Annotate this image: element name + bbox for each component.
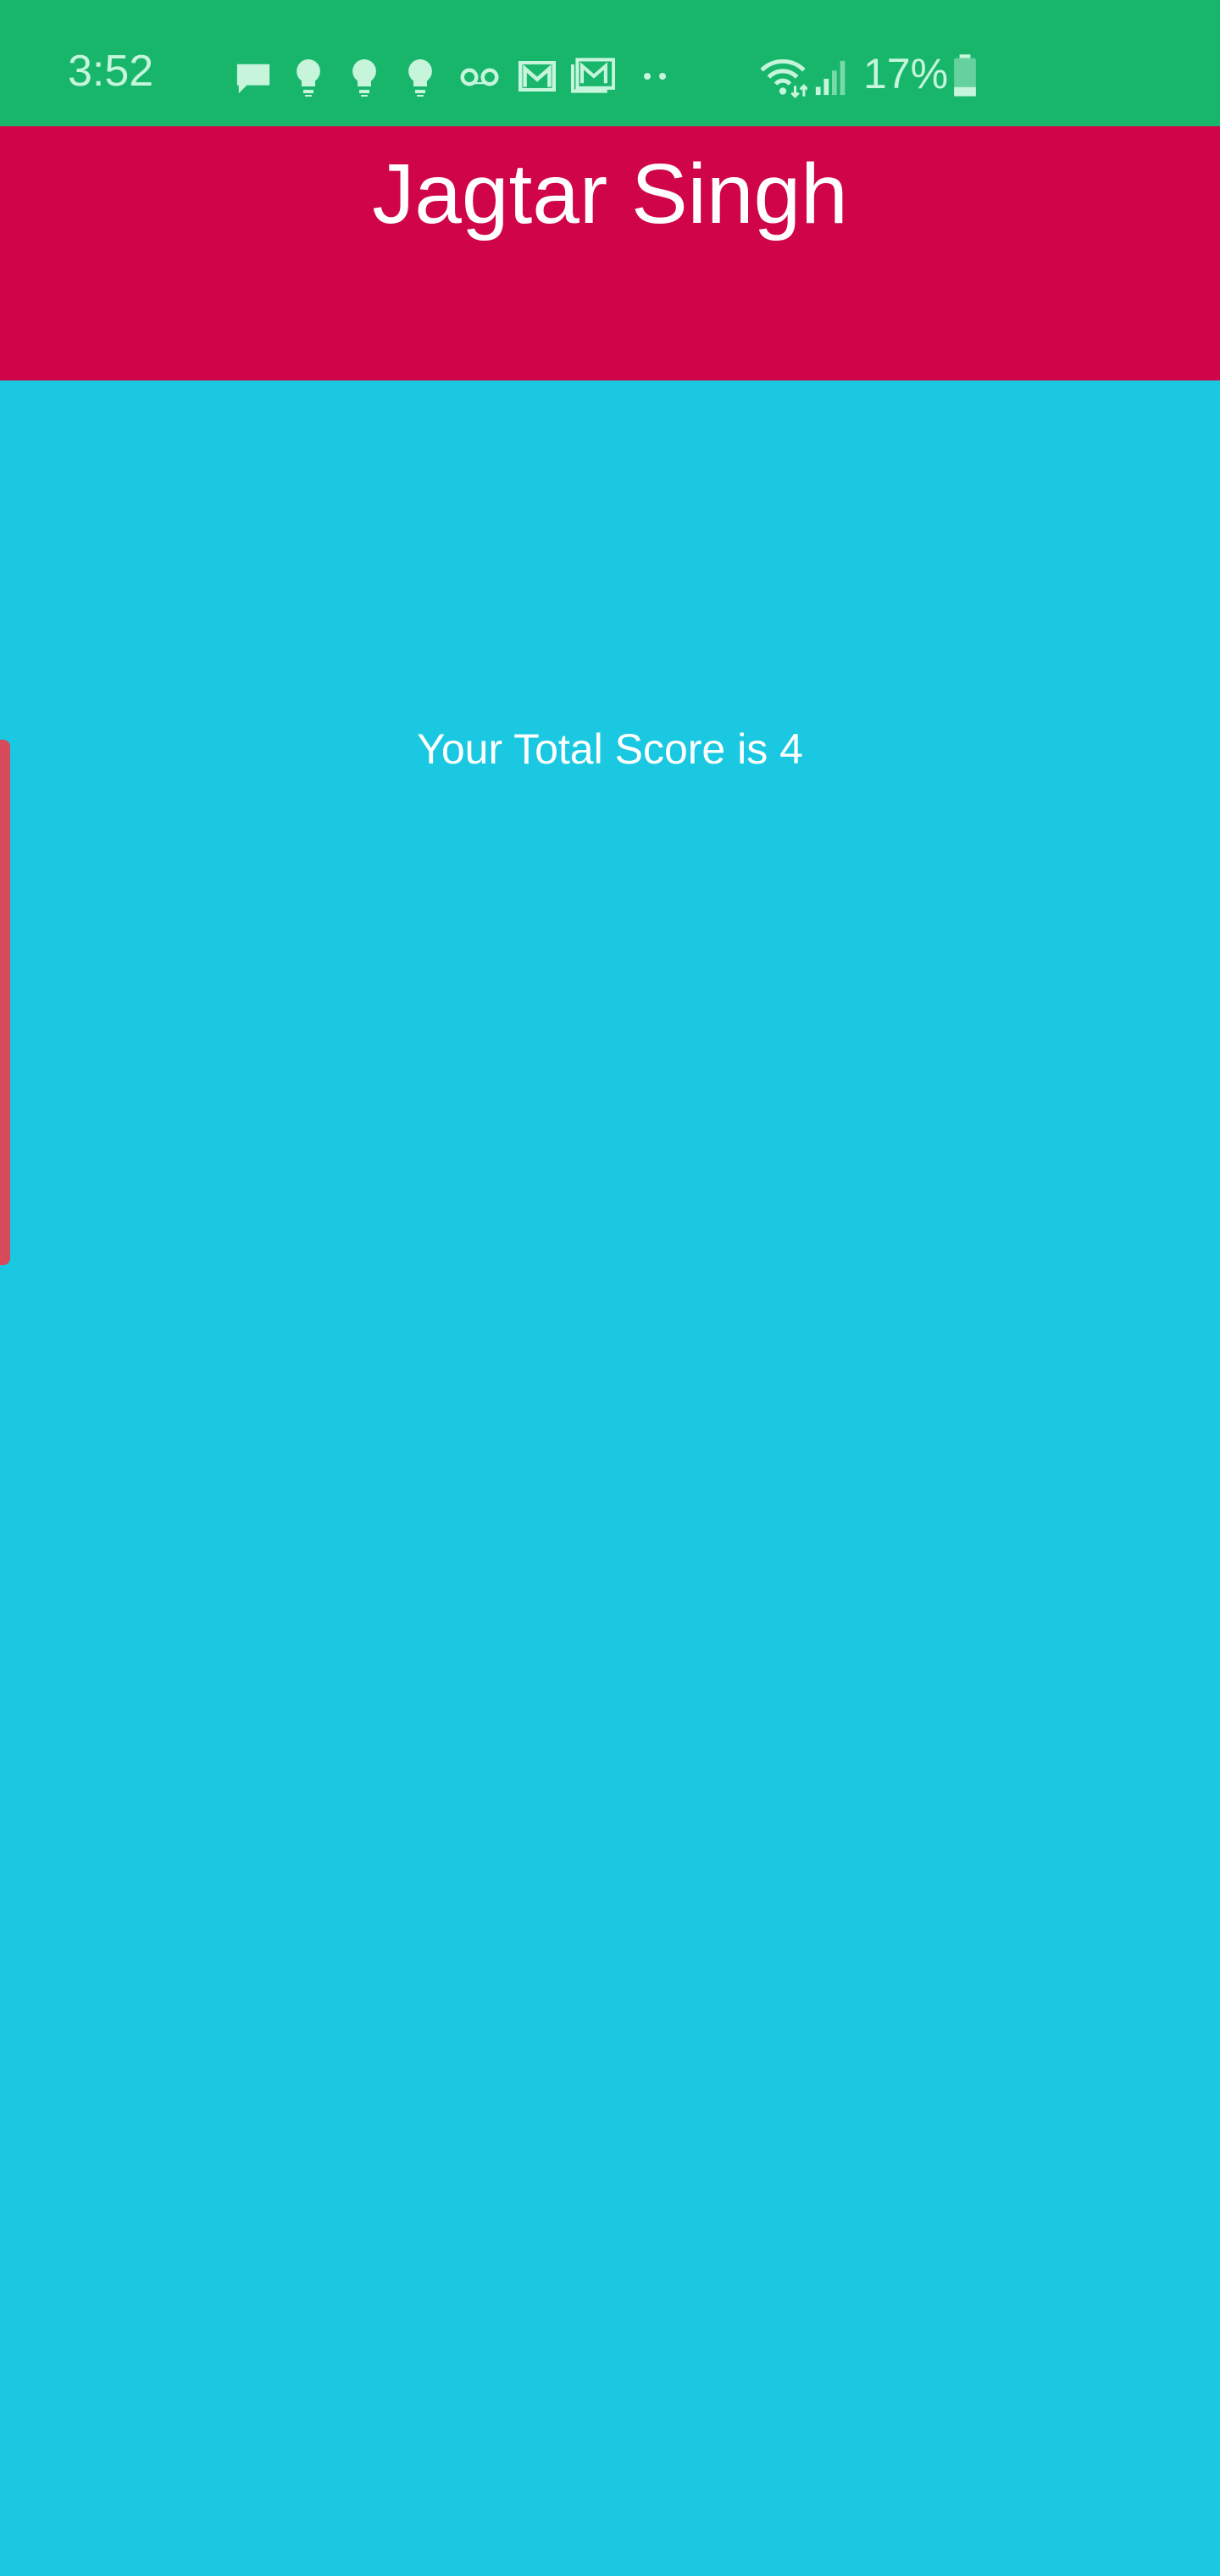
battery-percentage: 17% [863, 50, 949, 97]
gmail-stack-icon [571, 58, 615, 93]
edge-panel-handle[interactable] [0, 740, 10, 1265]
total-score-text: Your Total Score is 4 [417, 725, 803, 773]
wifi-icon [760, 58, 807, 98]
bulb-icon [408, 59, 432, 97]
status-time: 3:52 [68, 47, 154, 96]
voicemail-icon [460, 68, 499, 86]
gmail-icon [518, 61, 556, 92]
more-dots-icon [644, 73, 666, 80]
page-title: Jagtar Singh [372, 147, 848, 242]
message-icon [236, 64, 270, 94]
bulb-icon [297, 59, 320, 97]
bulb-icon [352, 59, 376, 97]
app-header: Jagtar Singh [0, 126, 1220, 380]
status-bar: 3:52 17% [0, 0, 1220, 126]
battery-icon [954, 54, 976, 97]
signal-icon [815, 60, 846, 96]
main-content: Your Total Score is 4 [0, 380, 1220, 2576]
